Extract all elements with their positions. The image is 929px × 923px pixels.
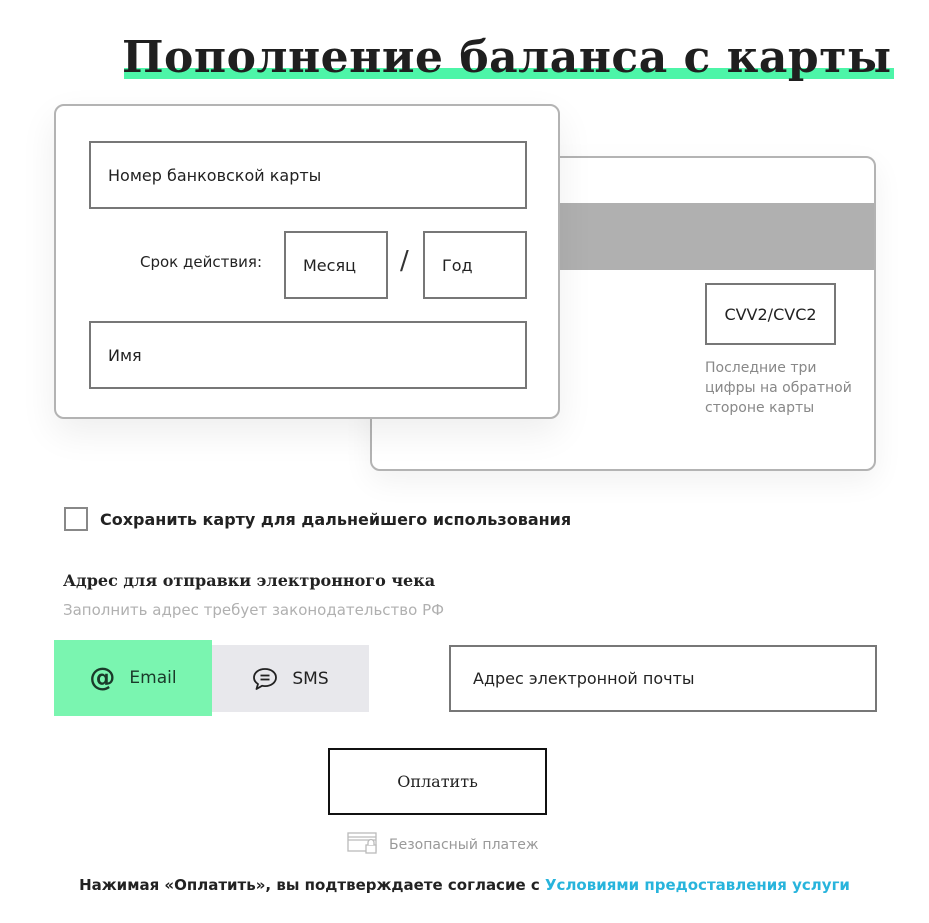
card-front: Номер банковской карты Срок действия: Ме… <box>54 104 560 419</box>
expiry-year-input[interactable]: Год <box>423 231 527 299</box>
tab-sms-label: SMS <box>292 668 329 689</box>
expiry-month-input[interactable]: Месяц <box>284 231 388 299</box>
expiry-label: Срок действия: <box>140 253 262 271</box>
save-card-row[interactable]: Сохранить карту для дальнейшего использо… <box>64 507 571 531</box>
save-card-checkbox[interactable] <box>64 507 88 531</box>
cvv-input[interactable]: CVV2/CVC2 <box>705 283 836 345</box>
page-title-wrap: Пополнение баланса с карты <box>122 28 894 88</box>
card-lock-icon <box>347 832 379 858</box>
page-title: Пополнение баланса с карты <box>122 32 892 83</box>
receipt-title: Адрес для отправки электронного чека <box>63 571 436 590</box>
cardholder-name-input[interactable]: Имя <box>89 321 527 389</box>
secure-payment-label: Безопасный платеж <box>389 837 539 853</box>
tab-sms[interactable]: SMS <box>212 645 369 712</box>
tab-email-label: Email <box>129 668 177 688</box>
secure-payment: Безопасный платеж <box>347 832 538 858</box>
terms-link[interactable]: Условиями предоставления услуги <box>545 876 850 894</box>
card-number-input[interactable]: Номер банковской карты <box>89 141 527 209</box>
expiry-separator: / <box>400 246 409 276</box>
chat-bubble-icon <box>252 667 278 691</box>
terms-text: Нажимая «Оплатить», вы подтверждаете сог… <box>79 876 545 894</box>
save-card-label[interactable]: Сохранить карту для дальнейшего использо… <box>100 510 571 529</box>
cvv-hint: Последние три цифры на обратной стороне … <box>705 360 852 416</box>
pay-button[interactable]: Оплатить <box>328 748 547 815</box>
at-icon: @ <box>89 663 116 693</box>
receipt-subtitle: Заполнить адрес требует законодательство… <box>63 601 445 619</box>
email-input[interactable]: Адрес электронной почты <box>449 645 877 712</box>
tab-email[interactable]: @ Email <box>54 640 212 716</box>
terms-notice: Нажимая «Оплатить», вы подтверждаете сог… <box>0 876 929 894</box>
